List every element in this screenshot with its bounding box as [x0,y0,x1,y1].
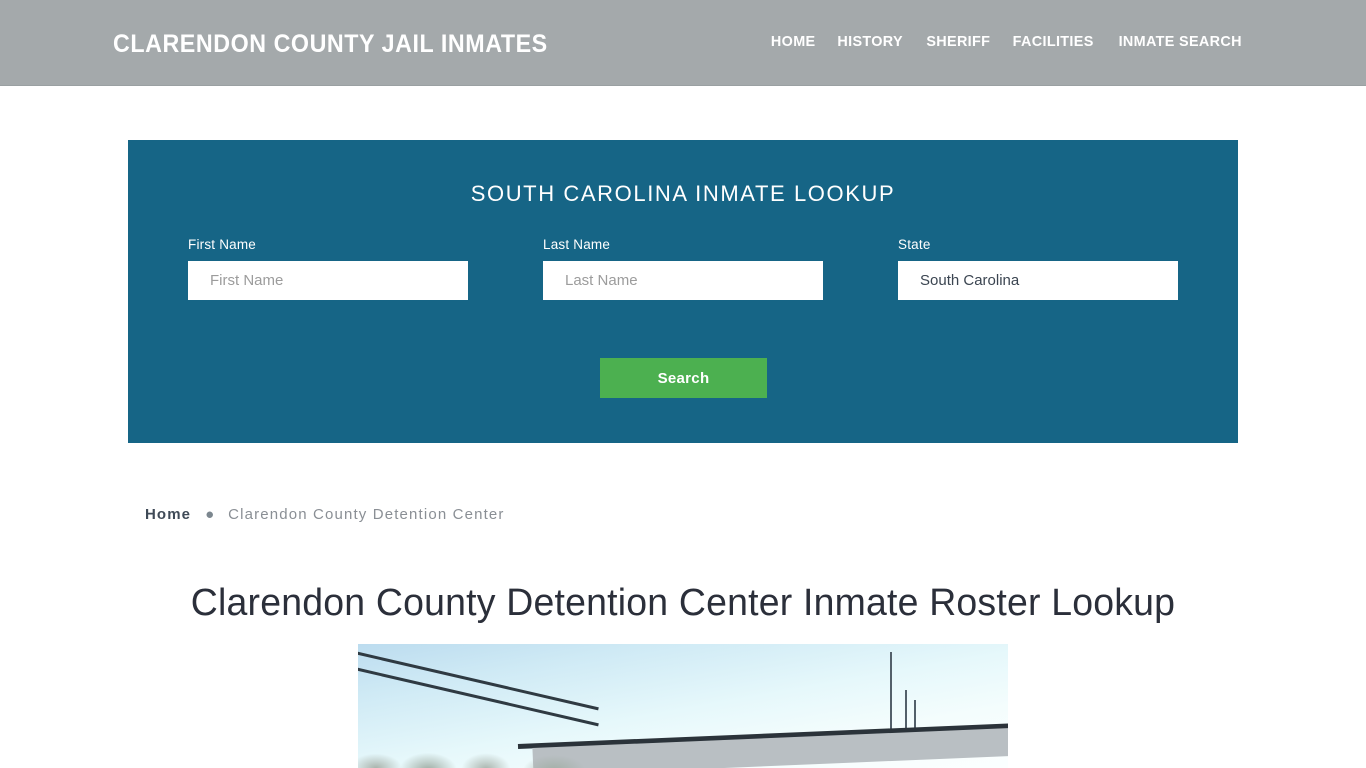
breadcrumb-current-page: Clarendon County Detention Center [228,506,505,523]
breadcrumb-home-link[interactable]: Home [145,506,191,523]
nav-item-history[interactable]: HISTORY [828,33,913,50]
main-navigation: HOME HISTORY SHERIFF FACILITIES INMATE S… [760,33,1254,50]
bare-trees [358,736,608,768]
first-name-field-group: First Name [188,237,468,300]
last-name-label: Last Name [543,237,611,252]
nav-item-facilities[interactable]: FACILITIES [1003,33,1103,50]
first-name-label: First Name [188,237,257,252]
site-header: CLARENDON COUNTY JAIL INMATES HOME HISTO… [0,0,1366,86]
state-field-group: State [898,237,1178,300]
facility-photo [358,644,1008,768]
breadcrumb-separator-icon: ● [205,506,215,523]
state-input[interactable] [898,261,1178,300]
nav-item-home[interactable]: HOME [761,33,825,50]
nav-item-sheriff[interactable]: SHERIFF [916,33,999,50]
state-label: State [898,237,931,252]
lookup-panel-heading: SOUTH CAROLINA INMATE LOOKUP [470,181,896,206]
search-button[interactable]: Search [600,358,767,398]
breadcrumb: Home ● Clarendon County Detention Center [145,506,505,523]
page-title: Clarendon County Detention Center Inmate… [190,582,1176,624]
last-name-field-group: Last Name [543,237,823,300]
antenna-mast-icon [890,652,892,736]
first-name-input[interactable] [188,261,468,300]
site-title[interactable]: CLARENDON COUNTY JAIL INMATES [113,30,548,59]
last-name-input[interactable] [543,261,823,300]
inmate-lookup-panel: SOUTH CAROLINA INMATE LOOKUP First Name … [128,140,1238,443]
nav-item-inmate-search[interactable]: INMATE SEARCH [1109,33,1252,50]
